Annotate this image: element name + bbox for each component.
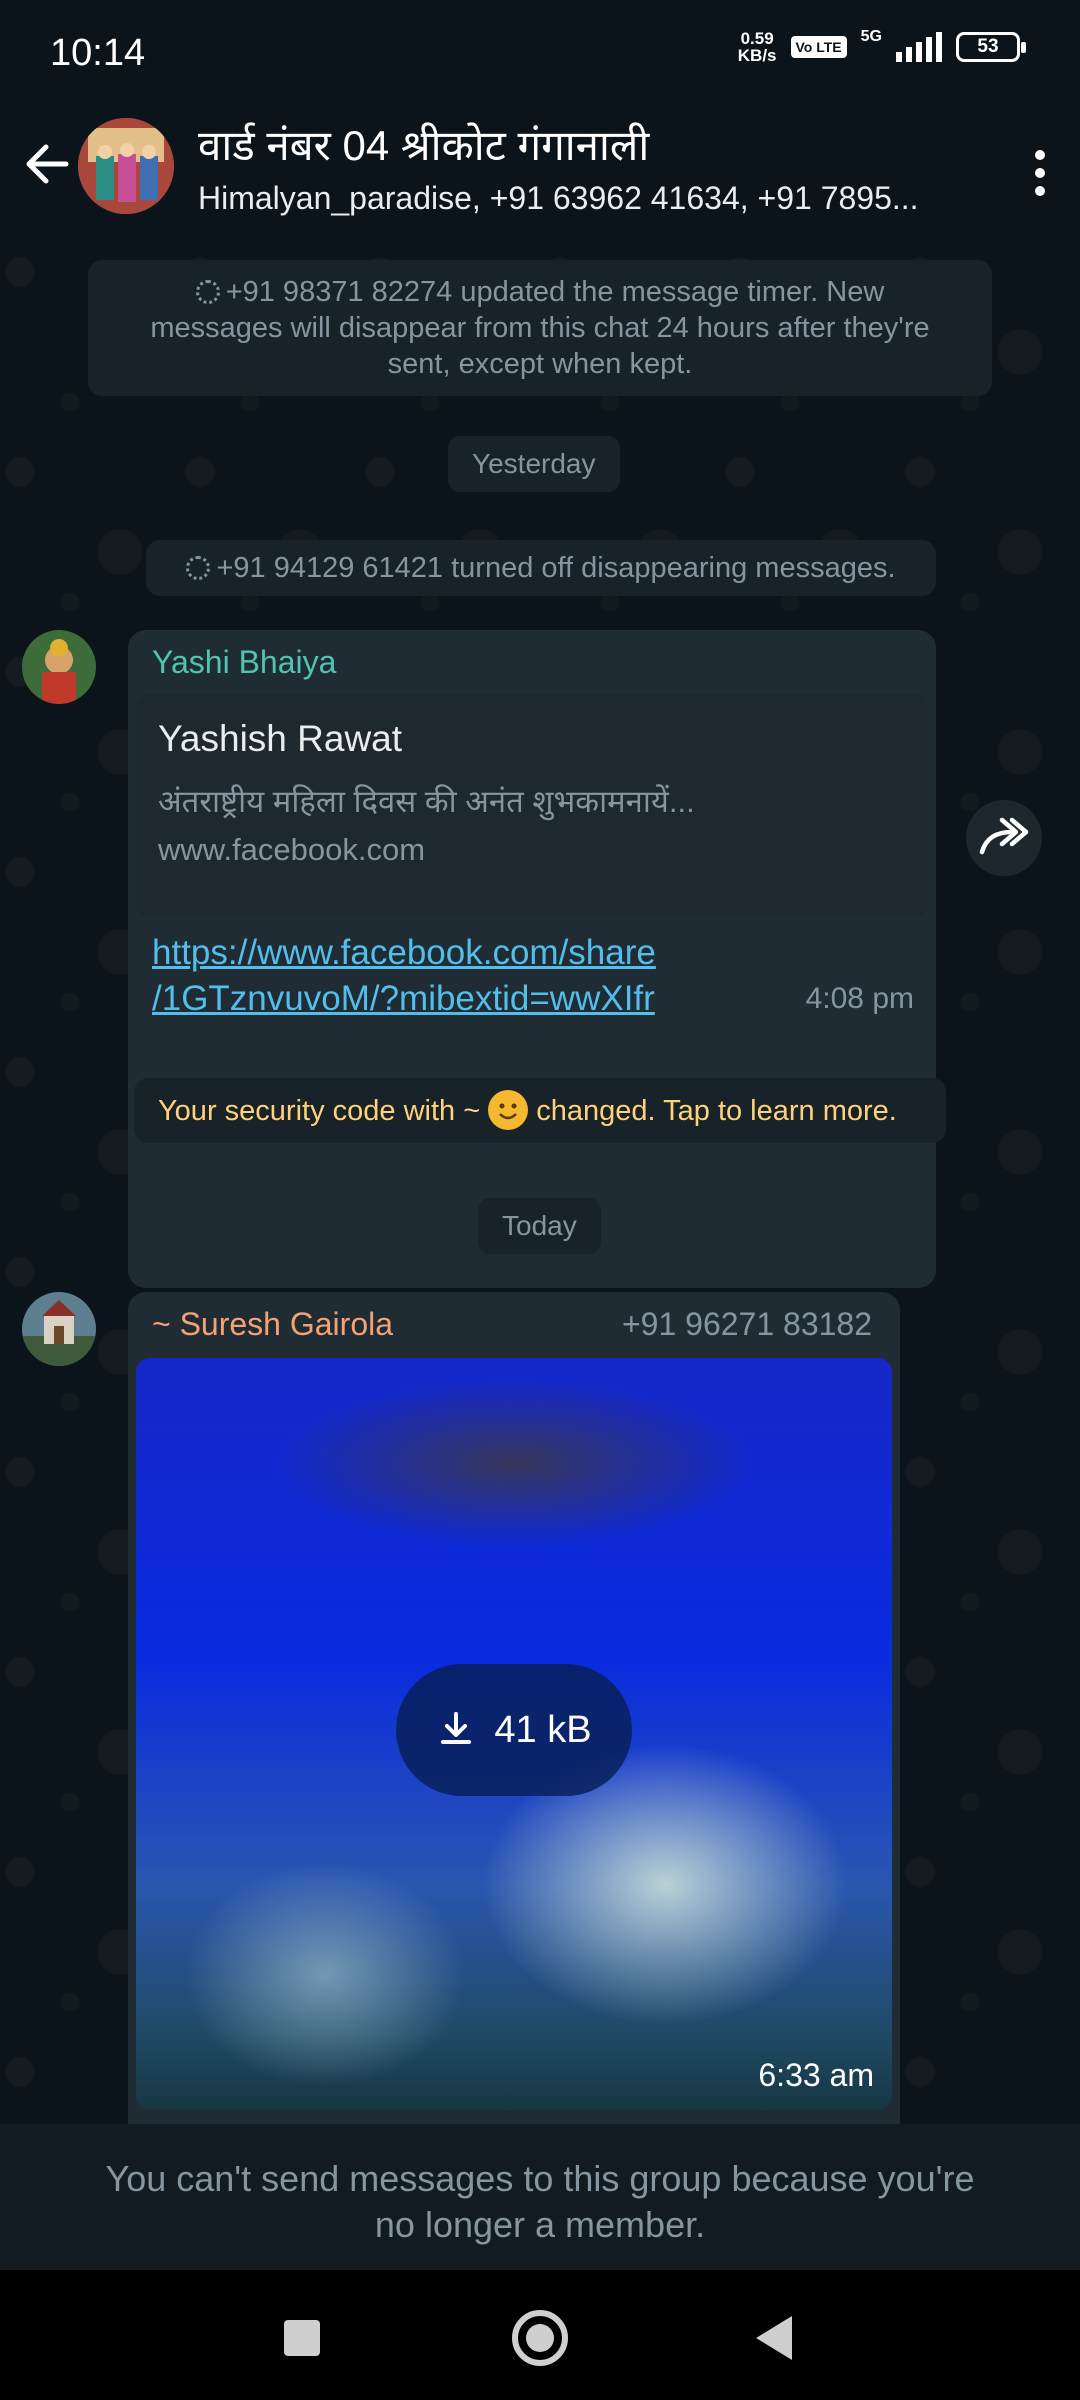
message-time: 4:08 pm (805, 982, 914, 1015)
back-button[interactable] (752, 2314, 796, 2362)
timer-icon (186, 556, 211, 580)
not-member-notice: You can't send messages to this group be… (0, 2124, 1080, 2270)
forward-button[interactable] (966, 800, 1042, 876)
network-type: 5G (860, 28, 882, 45)
home-button[interactable] (512, 2310, 568, 2366)
chat-area[interactable]: +91 98371 82274 updated the message time… (0, 242, 1080, 2124)
sender-avatar[interactable] (22, 630, 96, 704)
sender-name[interactable]: Yashi Bhaiya (152, 644, 336, 681)
timer-icon (195, 280, 220, 304)
message-link[interactable]: https://www.facebook.com/share /1GTznvuv… (152, 930, 656, 1022)
disappearing-notice: +91 94129 61421 turned off disappearing … (146, 540, 936, 596)
network-speed: 0.59 KB/s (737, 29, 777, 65)
preview-title: Yashish Rawat (158, 718, 403, 759)
sender-name[interactable]: ~ Suresh Gairola (152, 1306, 393, 1343)
message-bubble[interactable]: Yashi Bhaiya Yashish Rawat अंतराष्ट्रीय … (128, 630, 936, 1288)
status-bar: 10:14 0.59 KB/s Vo LTE 5G 53 (0, 0, 1080, 100)
preview-domain: www.facebook.com (158, 832, 426, 867)
signal-icon (896, 32, 942, 62)
status-icons: 0.59 KB/s Vo LTE 5G 53 (737, 28, 1026, 65)
back-arrow-icon[interactable] (18, 134, 78, 194)
group-avatar[interactable] (78, 118, 174, 214)
security-code-notice[interactable]: Your security code with ~ changed. Tap t… (134, 1078, 946, 1143)
system-nav-bar (0, 2270, 1080, 2400)
message-time: 6:33 am (758, 2057, 874, 2093)
download-icon (441, 1712, 472, 1744)
chat-header: वार्ड नंबर 04 श्रीकोट गंगानाली Himalyan_… (0, 100, 1080, 242)
timer-notice: +91 98371 82274 updated the message time… (88, 260, 992, 396)
forward-icon (979, 817, 1029, 855)
download-button[interactable]: 41 kB (396, 1664, 632, 1796)
message-bubble[interactable]: ~ Suresh Gairola +91 96271 83182 41 kB 6… (128, 1292, 900, 2124)
sender-phone: +91 96271 83182 (621, 1306, 872, 1342)
more-options-icon[interactable] (1020, 144, 1060, 200)
image-thumbnail[interactable]: 41 kB 6:33 am (136, 1358, 892, 2110)
link-preview[interactable]: Yashish Rawat अंतराष्ट्रीय महिला दिवस की… (136, 694, 928, 916)
group-members[interactable]: Himalyan_paradise, +91 63962 41634, +91 … (198, 180, 968, 217)
smiley-icon (488, 1090, 529, 1130)
group-title[interactable]: वार्ड नंबर 04 श्रीकोट गंगानाली (198, 116, 649, 173)
sender-avatar[interactable] (22, 1292, 96, 1366)
date-divider-yesterday: Yesterday (448, 436, 620, 492)
battery-icon: 53 (956, 32, 1026, 62)
date-divider-today: Today (478, 1198, 601, 1254)
status-time: 10:14 (50, 32, 146, 74)
preview-description: अंतराष्ट्रीय महिला दिवस की अनंत शुभकामना… (158, 784, 695, 819)
recents-button[interactable] (284, 2320, 320, 2356)
volte-icon: Vo LTE (790, 36, 847, 58)
